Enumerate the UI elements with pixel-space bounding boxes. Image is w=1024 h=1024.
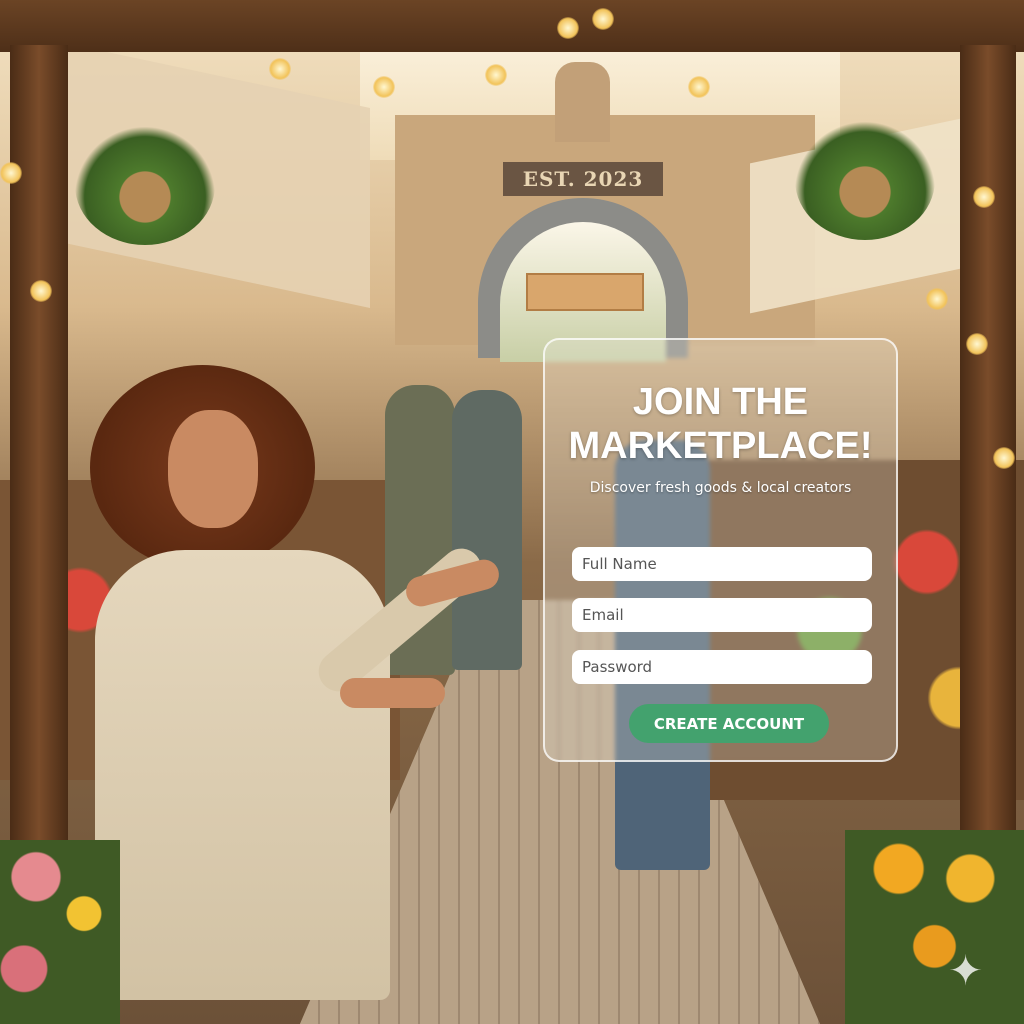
signup-form: JOIN THE MARKETPLACE! Discover fresh goo… bbox=[543, 338, 898, 762]
light-bulb-icon bbox=[966, 333, 988, 355]
form-title: JOIN THE MARKETPLACE! bbox=[545, 380, 896, 468]
full-name-input[interactable] bbox=[572, 547, 872, 581]
light-bulb-icon bbox=[993, 447, 1015, 469]
hanging-plant bbox=[795, 120, 935, 240]
light-bulb-icon bbox=[373, 76, 395, 98]
right-wooden-post bbox=[960, 45, 1016, 845]
woman-face bbox=[168, 410, 258, 528]
light-bulb-icon bbox=[0, 162, 22, 184]
woman-shirt bbox=[95, 550, 390, 1000]
wooden-beam bbox=[0, 0, 1024, 52]
title-line-1: JOIN THE bbox=[632, 381, 809, 423]
light-bulb-icon bbox=[485, 64, 507, 86]
light-bulb-icon bbox=[688, 76, 710, 98]
woman-hand bbox=[340, 678, 445, 708]
password-input[interactable] bbox=[572, 650, 872, 684]
light-bulb-icon bbox=[557, 17, 579, 39]
clock-tower bbox=[555, 62, 610, 142]
hanging-plant bbox=[75, 125, 215, 245]
est-sign: EST. 2023 bbox=[503, 162, 663, 196]
form-subtitle: Discover fresh goods & local creators bbox=[589, 480, 852, 496]
light-bulb-icon bbox=[269, 58, 291, 80]
light-bulb-icon bbox=[30, 280, 52, 302]
shopper bbox=[452, 390, 522, 670]
light-bulb-icon bbox=[592, 8, 614, 30]
sunflower-bouquet bbox=[845, 830, 1024, 1024]
flower-bouquet bbox=[0, 840, 120, 1024]
light-bulb-icon bbox=[926, 288, 948, 310]
sparkle-icon: ✦ bbox=[948, 946, 984, 995]
light-bulb-icon bbox=[973, 186, 995, 208]
arch-banner bbox=[526, 273, 644, 311]
create-account-button[interactable]: CREATE ACCOUNT bbox=[629, 704, 829, 743]
email-input[interactable] bbox=[572, 598, 872, 632]
title-line-2: MARKETPLACE! bbox=[568, 425, 873, 467]
